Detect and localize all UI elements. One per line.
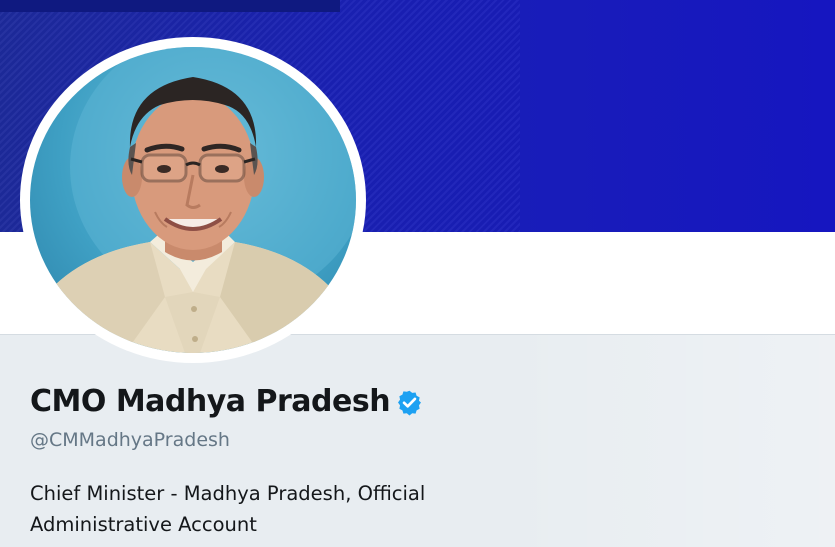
profile-header: CMO Madhya Pradesh @CMMadhyaPradesh Chie… xyxy=(0,0,835,547)
profile-handle[interactable]: @CMMadhyaPradesh xyxy=(30,429,230,451)
person-portrait xyxy=(40,47,356,353)
bio-line-1: Chief Minister - Madhya Pradesh, Officia… xyxy=(30,482,426,505)
display-name-text: CMO Madhya Pradesh xyxy=(30,384,391,419)
profile-display-name[interactable]: CMO Madhya Pradesh xyxy=(30,384,423,419)
bio-line-2: Administrative Account xyxy=(30,513,257,536)
profile-avatar[interactable] xyxy=(20,37,366,363)
verified-badge-icon[interactable] xyxy=(396,389,423,416)
avatar-photo xyxy=(30,47,356,353)
profile-bio: Chief Minister - Madhya Pradesh, Officia… xyxy=(30,478,510,540)
